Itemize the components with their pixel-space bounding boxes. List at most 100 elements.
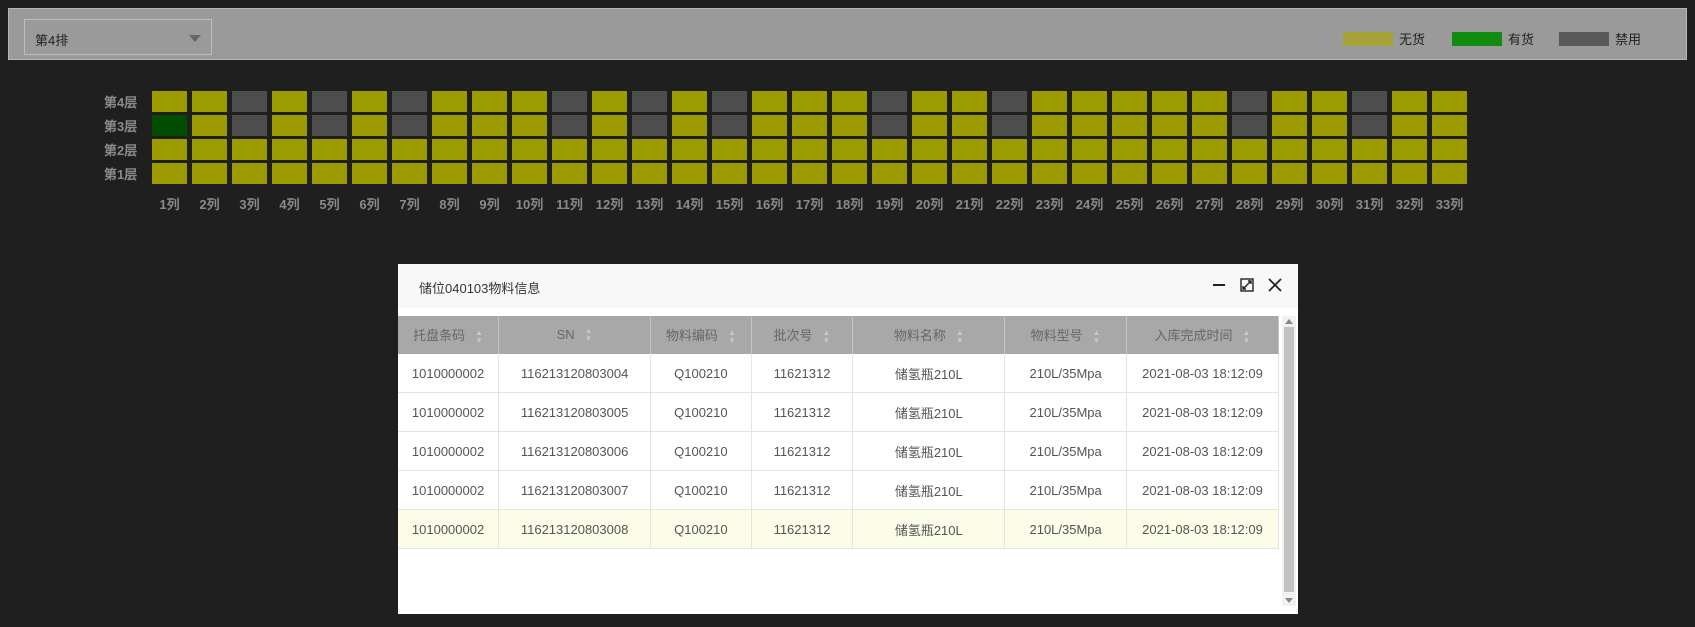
cell-empty[interactable] [592, 91, 627, 112]
cell-empty[interactable] [792, 163, 827, 184]
cell-empty[interactable] [1432, 91, 1467, 112]
cell-empty[interactable] [392, 139, 427, 160]
cell-disabled[interactable] [872, 91, 907, 112]
row-select[interactable]: 第4排 [24, 19, 212, 55]
cell-empty[interactable] [1432, 163, 1467, 184]
cell-empty[interactable] [592, 115, 627, 136]
cell-empty[interactable] [392, 163, 427, 184]
cell-empty[interactable] [192, 163, 227, 184]
cell-empty[interactable] [672, 91, 707, 112]
cell-disabled[interactable] [232, 115, 267, 136]
cell-empty[interactable] [912, 163, 947, 184]
cell-empty[interactable] [432, 163, 467, 184]
sort-icon[interactable]: ▲ ▼ [728, 328, 736, 345]
cell-empty[interactable] [432, 115, 467, 136]
cell-empty[interactable] [152, 91, 187, 112]
cell-empty[interactable] [232, 163, 267, 184]
cell-empty[interactable] [1312, 115, 1347, 136]
cell-disabled[interactable] [712, 115, 747, 136]
cell-empty[interactable] [152, 163, 187, 184]
cell-empty[interactable] [912, 139, 947, 160]
cell-empty[interactable] [512, 139, 547, 160]
cell-empty[interactable] [832, 139, 867, 160]
cell-empty[interactable] [1112, 163, 1147, 184]
cell-empty[interactable] [552, 139, 587, 160]
table-row[interactable]: 1010000002 116213120803006 Q100210 11621312… [398, 431, 1279, 471]
cell-empty[interactable] [1072, 115, 1107, 136]
cell-empty[interactable] [672, 163, 707, 184]
cell-disabled[interactable] [872, 115, 907, 136]
sort-icon[interactable]: ▲ ▼ [475, 328, 483, 345]
cell-empty[interactable] [432, 91, 467, 112]
cell-empty[interactable] [1152, 139, 1187, 160]
cell-empty[interactable] [472, 163, 507, 184]
cell-disabled[interactable] [992, 115, 1027, 136]
cell-disabled[interactable] [312, 115, 347, 136]
cell-empty[interactable] [352, 163, 387, 184]
cell-empty[interactable] [792, 91, 827, 112]
sort-icon[interactable]: ▲ ▼ [1093, 328, 1101, 345]
table-row[interactable]: 1010000002 116213120803005 Q100210 11621312… [398, 392, 1279, 432]
column-header[interactable]: 托盘条码 ▲ ▼ [398, 316, 500, 354]
sort-icon[interactable]: ▲ ▼ [823, 328, 831, 345]
cell-empty[interactable] [1272, 115, 1307, 136]
cell-empty[interactable] [952, 163, 987, 184]
sort-icon[interactable]: ▲ ▼ [585, 327, 593, 343]
table-row[interactable]: 1010000002 116213120803004 Q100210 11621312… [398, 354, 1279, 393]
cell-empty[interactable] [1192, 139, 1227, 160]
cell-empty[interactable] [1232, 163, 1267, 184]
cell-disabled[interactable] [712, 91, 747, 112]
cell-empty[interactable] [1272, 163, 1307, 184]
cell-empty[interactable] [1192, 163, 1227, 184]
cell-empty[interactable] [992, 163, 1027, 184]
cell-empty[interactable] [672, 139, 707, 160]
cell-empty[interactable] [152, 139, 187, 160]
cell-empty[interactable] [1432, 139, 1467, 160]
cell-disabled[interactable] [632, 115, 667, 136]
sort-icon[interactable]: ▲ ▼ [956, 328, 964, 345]
cell-empty[interactable] [1072, 163, 1107, 184]
cell-disabled[interactable] [312, 91, 347, 112]
cell-empty[interactable] [352, 139, 387, 160]
cell-empty[interactable] [832, 115, 867, 136]
cell-empty[interactable] [872, 139, 907, 160]
cell-disabled[interactable] [552, 115, 587, 136]
column-header[interactable]: SN ▲ ▼ [498, 316, 652, 354]
cell-empty[interactable] [752, 163, 787, 184]
cell-empty[interactable] [1392, 139, 1427, 160]
cell-empty[interactable] [1152, 91, 1187, 112]
cell-empty[interactable] [352, 91, 387, 112]
cell-empty[interactable] [752, 139, 787, 160]
cell-empty[interactable] [712, 139, 747, 160]
cell-empty[interactable] [672, 115, 707, 136]
cell-empty[interactable] [952, 139, 987, 160]
column-header[interactable]: 批次号 ▲ ▼ [751, 316, 854, 354]
cell-empty[interactable] [1032, 139, 1067, 160]
scroll-up-icon[interactable] [1285, 319, 1293, 324]
cell-empty[interactable] [752, 91, 787, 112]
column-header[interactable]: 物料名称 ▲ ▼ [852, 316, 1006, 354]
cell-empty[interactable] [192, 115, 227, 136]
cell-empty[interactable] [272, 91, 307, 112]
cell-empty[interactable] [832, 91, 867, 112]
cell-disabled[interactable] [1352, 115, 1387, 136]
cell-empty[interactable] [1272, 91, 1307, 112]
cell-empty[interactable] [432, 139, 467, 160]
cell-empty[interactable] [472, 139, 507, 160]
column-header[interactable]: 入库完成时间 ▲ ▼ [1126, 316, 1279, 354]
cell-disabled[interactable] [392, 115, 427, 136]
scrollbar-thumb[interactable] [1284, 327, 1294, 592]
cell-empty[interactable] [1072, 91, 1107, 112]
cell-empty[interactable] [592, 139, 627, 160]
cell-empty[interactable] [232, 139, 267, 160]
cell-empty[interactable] [1312, 139, 1347, 160]
cell-empty[interactable] [1072, 139, 1107, 160]
cell-empty[interactable] [1032, 163, 1067, 184]
cell-empty[interactable] [1032, 91, 1067, 112]
cell-empty[interactable] [872, 163, 907, 184]
cell-empty[interactable] [552, 163, 587, 184]
cell-empty[interactable] [1192, 115, 1227, 136]
cell-empty[interactable] [1032, 115, 1067, 136]
table-row[interactable]: 1010000002 116213120803008 Q100210 11621312… [398, 509, 1279, 549]
cell-empty[interactable] [472, 91, 507, 112]
